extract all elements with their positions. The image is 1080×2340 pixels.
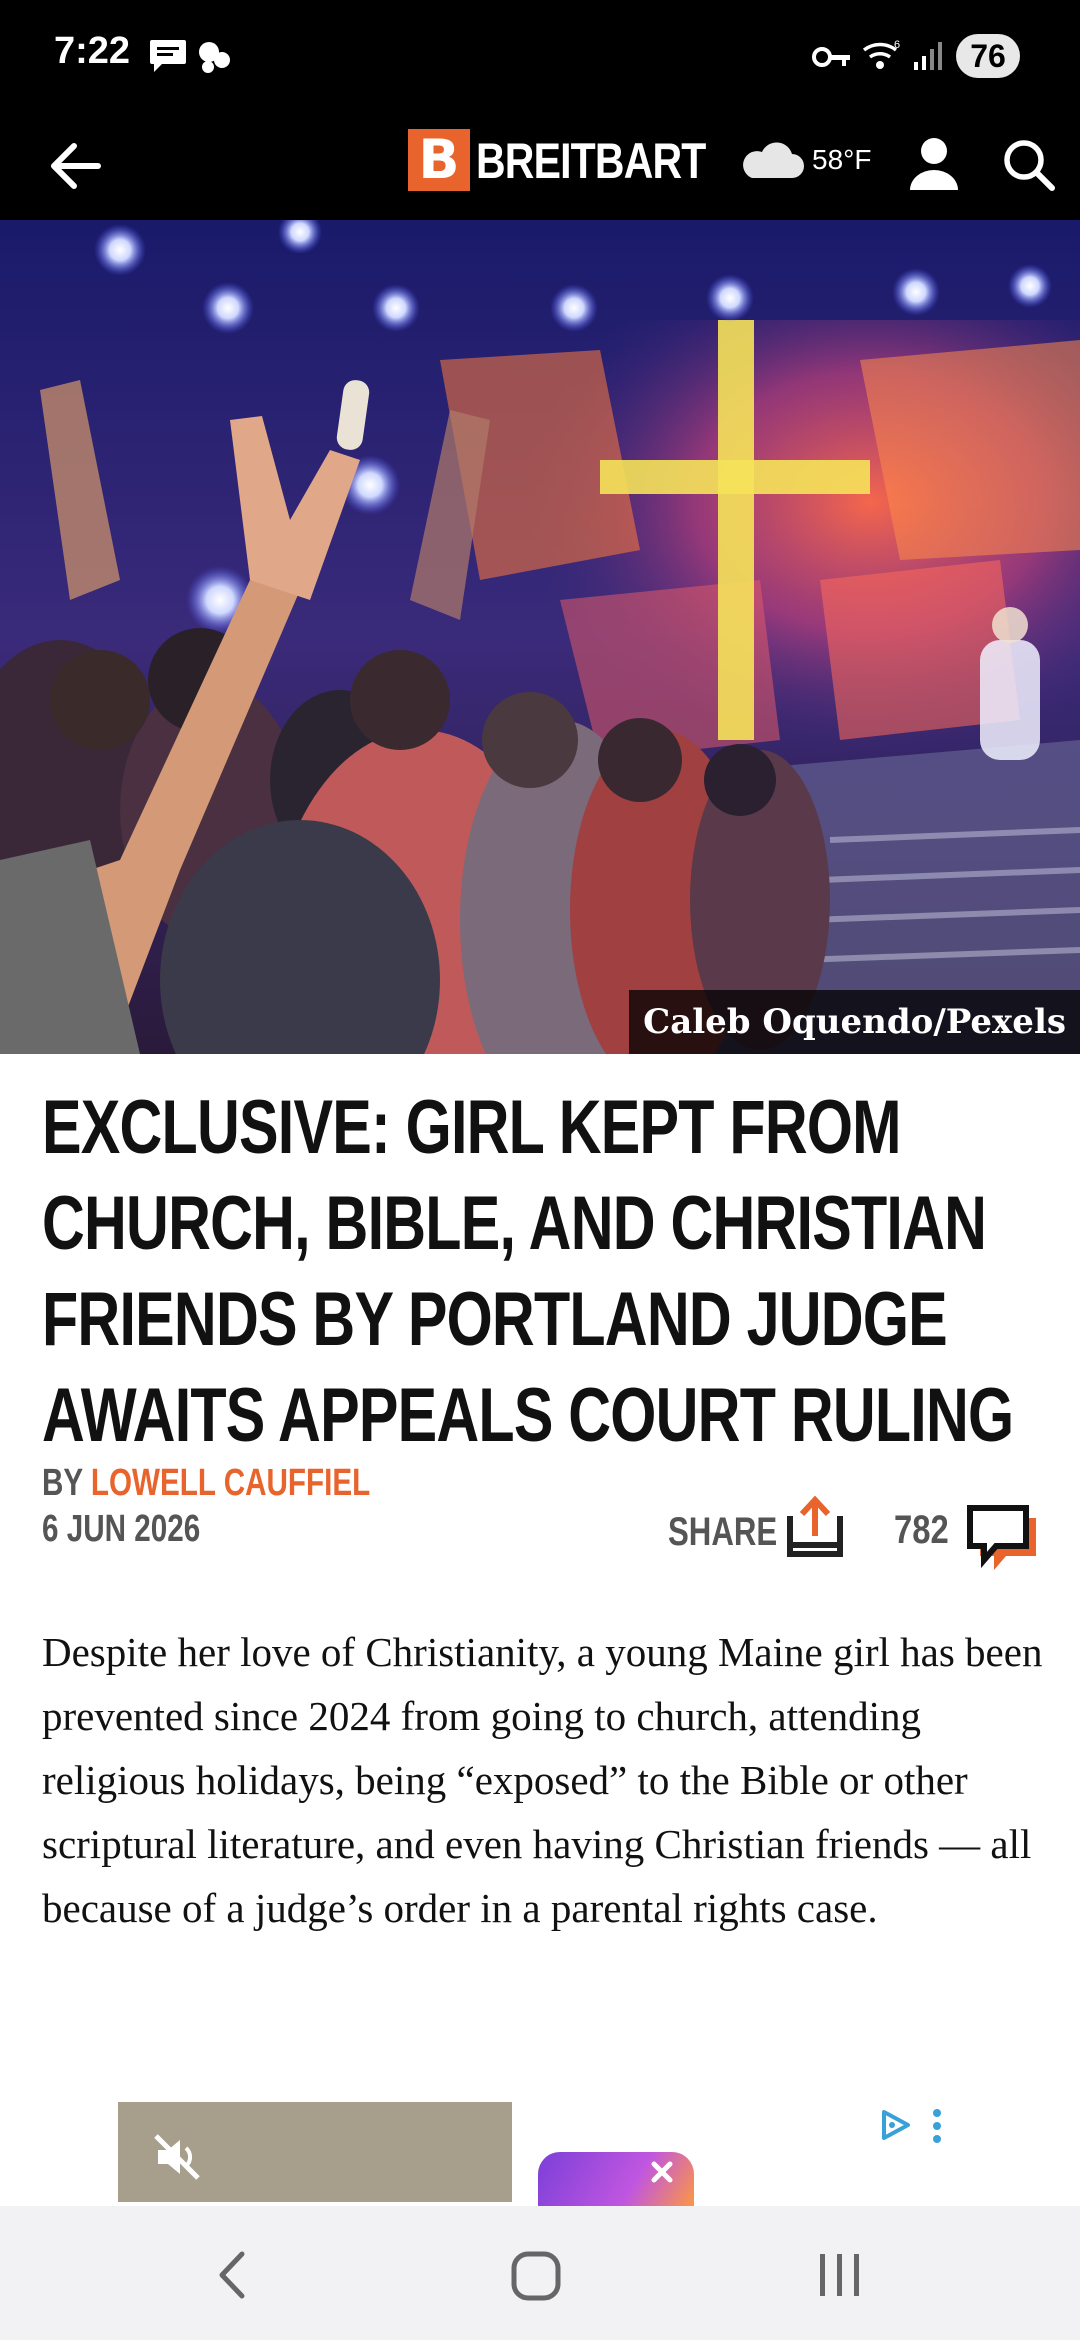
account-icon[interactable] (908, 136, 960, 192)
status-bar: 7:22 6 76 (0, 0, 1080, 112)
weather-temperature[interactable]: 58°F (812, 140, 871, 180)
signal-icon (914, 42, 942, 70)
notification-icon (199, 42, 230, 73)
byline: BY LOWELL CAUFFIEL (42, 1462, 370, 1505)
logo-wordmark[interactable]: BREITBART (476, 132, 706, 190)
wifi-icon: 6 (862, 39, 900, 69)
publish-date: 6 JUN 2026 (42, 1508, 201, 1550)
comments-icon[interactable] (966, 1504, 1040, 1574)
cloud-icon (743, 142, 804, 178)
ad-app-icon[interactable] (538, 2152, 694, 2212)
vpn-key-icon (812, 47, 850, 67)
photo-credit: Caleb Oquendo/Pexels (629, 990, 1080, 1054)
more-options-icon[interactable] (930, 2108, 944, 2144)
byline-prefix: BY (42, 1462, 91, 1504)
app-header: B BREITBART 58°F (0, 112, 1080, 220)
church-worship-photo (0, 220, 1080, 1054)
article-headline: EXCLUSIVE: GIRL KEPT FROM CHURCH, BIBLE,… (42, 1085, 1014, 1458)
mute-icon[interactable] (152, 2132, 202, 2182)
comment-count[interactable]: 782 (894, 1508, 949, 1553)
nav-recents-icon[interactable] (816, 2250, 864, 2300)
ad-video[interactable] (118, 2102, 512, 2202)
adchoices-icon[interactable] (878, 2108, 912, 2142)
nav-back-icon[interactable] (214, 2250, 250, 2300)
share-icon[interactable] (784, 1496, 846, 1562)
back-arrow-icon[interactable] (46, 140, 102, 192)
author-link[interactable]: LOWELL CAUFFIEL (91, 1462, 370, 1504)
search-icon[interactable] (1002, 138, 1056, 192)
nav-home-icon[interactable] (510, 2250, 562, 2302)
message-icon (150, 40, 186, 72)
close-badge-icon (651, 2161, 673, 2183)
share-label[interactable]: SHARE (668, 1510, 777, 1555)
system-nav-bar (0, 2206, 1080, 2340)
battery-indicator: 76 (956, 34, 1020, 78)
hero-image: Caleb Oquendo/Pexels (0, 220, 1080, 1054)
status-time: 7:22 (54, 30, 131, 72)
svg-text:6: 6 (894, 39, 900, 51)
article-lede: Despite her love of Christianity, a youn… (42, 1629, 1043, 1931)
logo-mark[interactable]: B (408, 129, 470, 191)
